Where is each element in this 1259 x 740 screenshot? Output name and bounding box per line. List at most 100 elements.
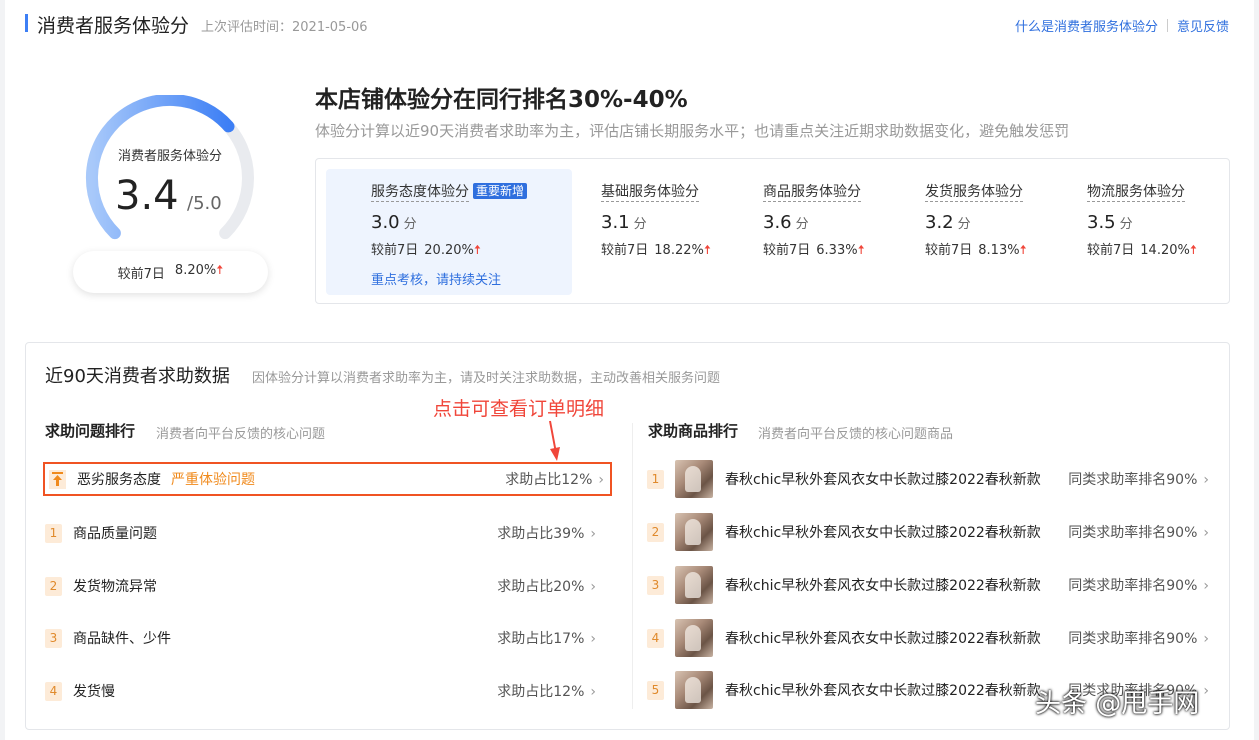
column-divider — [632, 423, 633, 709]
card-product-service: 商品服务体验分 3.6 分 较前7日 6.33%🠅 — [763, 181, 865, 263]
issue-label: 商品缺件、少件 — [73, 631, 171, 647]
rank-desc: 体验分计算以近90天消费者求助率为主，评估店铺长期服务水平；也请重点关注近期求助… — [315, 122, 1070, 140]
rank-badge: 4 — [647, 628, 664, 648]
rank-badge: 3 — [647, 575, 664, 595]
issues-subtitle: 消费者向平台反馈的核心问题 — [156, 427, 326, 442]
chevron-right-icon: › — [590, 579, 596, 595]
what-is-score-link[interactable]: 什么是消费者服务体验分 — [1015, 16, 1158, 35]
arrow-up-icon: 🠅 — [473, 243, 481, 258]
product-row[interactable]: 3 春秋chic早秋外套风衣女中长款过膝2022春秋新款 同类求助率排名90% › — [647, 566, 1215, 604]
card-name[interactable]: 物流服务体验分 — [1087, 183, 1185, 202]
arrow-up-icon: 🠅 — [703, 243, 711, 258]
card-shipping-service: 发货服务体验分 3.2 分 较前7日 8.13%🠅 — [925, 181, 1027, 263]
issue-label: 商品质量问题 — [73, 526, 157, 542]
product-thumbnail — [675, 671, 713, 709]
card-compare: 较前7日 18.22%🠅 — [601, 243, 711, 258]
annotation-arrow-icon — [549, 420, 560, 461]
gauge-compare-value: 8.20%🠅 — [174, 263, 224, 278]
rank-badge: 4 — [45, 681, 62, 701]
card-compare: 较前7日 6.33%🠅 — [763, 243, 865, 258]
rank-badge: 1 — [45, 523, 62, 543]
product-name: 春秋chic早秋外套风衣女中长款过膝2022春秋新款 — [725, 683, 1041, 699]
rank-badge: 2 — [647, 522, 664, 542]
product-row[interactable]: 4 春秋chic早秋外套风衣女中长款过膝2022春秋新款 同类求助率排名90% › — [647, 619, 1215, 657]
last-eval-time: 上次评估时间：2021-05-06 — [201, 20, 368, 35]
issue-row[interactable]: 1 商品质量问题 求助占比39% › — [45, 516, 614, 550]
title-accent-bar — [25, 14, 28, 32]
card-compare: 较前7日 14.20%🠅 — [1087, 243, 1197, 258]
page: 消费者服务体验分 上次评估时间：2021-05-06 什么是消费者服务体验分 意… — [5, 0, 1254, 740]
issue-row[interactable]: 4 发货慢 求助占比12% › — [45, 674, 614, 708]
card-note[interactable]: 重点考核，请持续关注 — [371, 269, 527, 288]
arrow-up-icon: 🠅 — [216, 263, 224, 278]
card-service-attitude: 服务态度体验分 重要新增 3.0 分 较前7日 20.20%🠅 重点考核，请持续关注 — [371, 181, 528, 288]
issue-row[interactable]: 2 发货物流异常 求助占比20% › — [45, 569, 614, 603]
gauge-compare-label: 较前7日 — [117, 266, 165, 282]
chevron-right-icon: › — [598, 472, 604, 488]
issue-pct: 求助占比39% › — [497, 526, 596, 542]
help-title: 近90天消费者求助数据 — [45, 366, 230, 387]
arrow-up-icon: 🠅 — [1019, 243, 1027, 258]
card-score: 3.6 分 — [763, 212, 809, 233]
product-rank: 同类求助率排名90% › — [1068, 525, 1209, 541]
chevron-right-icon: › — [1203, 631, 1209, 647]
header-links: 什么是消费者服务体验分 意见反馈 — [1015, 16, 1229, 35]
severe-issue-tag: 严重体验问题 — [171, 472, 255, 488]
product-rank: 同类求助率排名90% › — [1068, 631, 1209, 647]
issues-title: 求助问题排行 — [45, 422, 136, 440]
arrow-up-icon: 🠅 — [857, 243, 865, 258]
product-thumbnail — [675, 513, 713, 551]
card-compare: 较前7日 20.20%🠅 — [371, 243, 481, 258]
issue-label: 恶劣服务态度 — [77, 472, 161, 488]
issue-row-highlighted[interactable]: 恶劣服务态度 严重体验问题 求助占比12% › — [43, 462, 612, 496]
product-rank: 同类求助率排名90% › — [1068, 472, 1209, 488]
product-name: 春秋chic早秋外套风衣女中长款过膝2022春秋新款 — [725, 578, 1041, 594]
product-rank: 同类求助率排名90% › — [1068, 578, 1209, 594]
feedback-link[interactable]: 意见反馈 — [1177, 16, 1229, 35]
product-name: 春秋chic早秋外套风衣女中长款过膝2022春秋新款 — [725, 631, 1041, 647]
card-score: 3.0 分 — [371, 212, 417, 233]
issue-pct: 求助占比20% › — [497, 579, 596, 595]
product-thumbnail — [675, 619, 713, 657]
card-score: 3.1 分 — [601, 212, 647, 233]
top-issue-icon — [49, 469, 66, 489]
arrow-up-icon: 🠅 — [1189, 243, 1197, 258]
card-name[interactable]: 基础服务体验分 — [601, 183, 699, 202]
card-score: 3.5 分 — [1087, 212, 1133, 233]
gauge-max: /5.0 — [187, 193, 222, 214]
rank-badge: 3 — [45, 628, 62, 648]
card-logistics-service: 物流服务体验分 3.5 分 较前7日 14.20%🠅 — [1087, 181, 1197, 263]
chevron-right-icon: › — [1203, 472, 1209, 488]
card-compare: 较前7日 8.13%🠅 — [925, 243, 1027, 258]
card-score: 3.2 分 — [925, 212, 971, 233]
chevron-right-icon: › — [590, 631, 596, 647]
product-thumbnail — [675, 566, 713, 604]
issue-label: 发货慢 — [73, 684, 115, 700]
card-name[interactable]: 商品服务体验分 — [763, 183, 861, 202]
product-row[interactable]: 2 春秋chic早秋外套风衣女中长款过膝2022春秋新款 同类求助率排名90% › — [647, 513, 1215, 551]
help-subtitle: 因体验分计算以消费者求助率为主，请及时关注求助数据，主动改善相关服务问题 — [252, 371, 721, 386]
rank-badge: 2 — [45, 576, 62, 596]
page-title: 消费者服务体验分 — [37, 15, 190, 37]
products-subtitle: 消费者向平台反馈的核心问题商品 — [758, 427, 954, 442]
chevron-right-icon: › — [1203, 525, 1209, 541]
products-title: 求助商品排行 — [648, 422, 739, 440]
product-name: 春秋chic早秋外套风衣女中长款过膝2022春秋新款 — [725, 525, 1041, 541]
chevron-right-icon: › — [1203, 683, 1209, 699]
rank-badge: 5 — [647, 680, 664, 700]
chevron-right-icon: › — [1203, 578, 1209, 594]
annotation-text: 点击可查看订单明细 — [433, 398, 605, 420]
card-name[interactable]: 发货服务体验分 — [925, 183, 1023, 202]
issue-label: 发货物流异常 — [73, 579, 157, 595]
chevron-right-icon: › — [590, 684, 596, 700]
issue-pct: 求助占比12% › — [505, 472, 604, 488]
gauge-score: 3.4 — [115, 173, 179, 219]
score-cards: 服务态度体验分 重要新增 3.0 分 较前7日 20.20%🠅 重点考核，请持续关注 … — [315, 158, 1230, 304]
product-name: 春秋chic早秋外套风衣女中长款过膝2022春秋新款 — [725, 472, 1041, 488]
gauge-compare-pill: 较前7日 8.20%🠅 — [73, 251, 268, 293]
issue-row[interactable]: 3 商品缺件、少件 求助占比17% › — [45, 621, 614, 655]
link-divider — [1166, 19, 1168, 32]
rank-badge: 1 — [647, 469, 664, 489]
card-name[interactable]: 服务态度体验分 — [371, 183, 469, 202]
product-row[interactable]: 1 春秋chic早秋外套风衣女中长款过膝2022春秋新款 同类求助率排名90% › — [647, 460, 1215, 498]
